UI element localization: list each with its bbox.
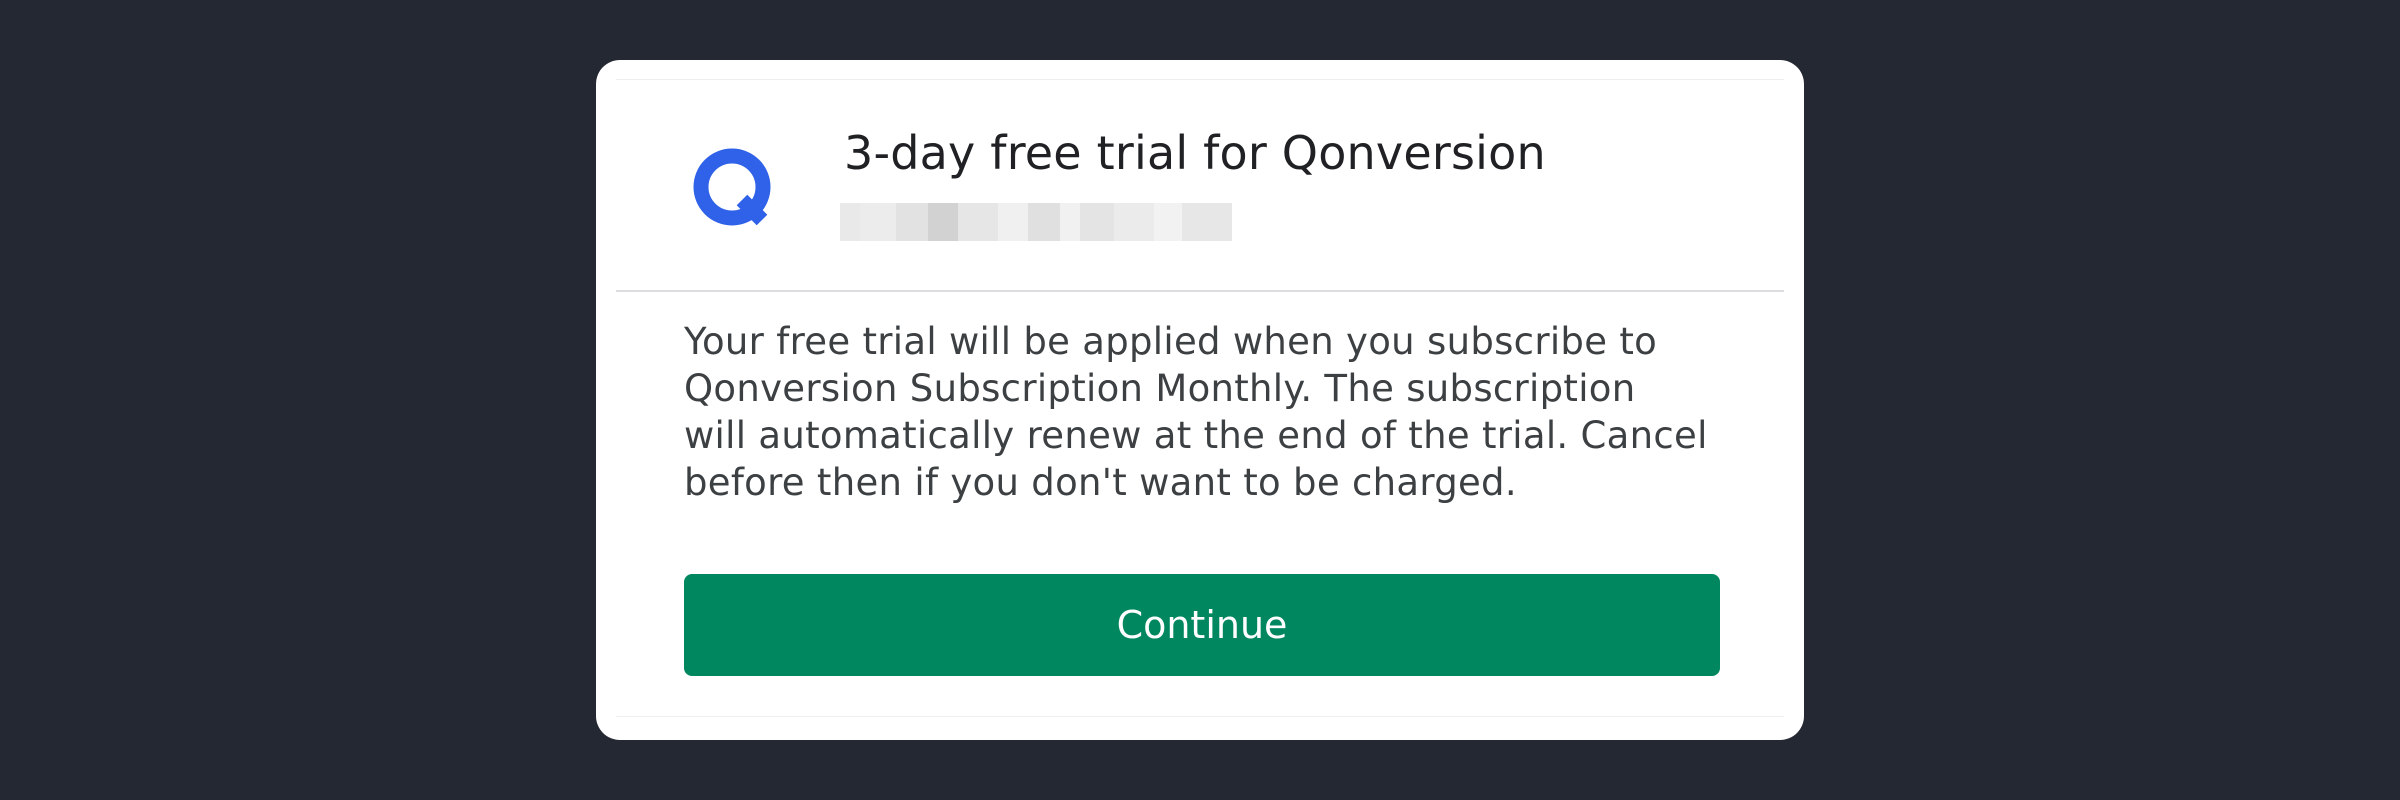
qonversion-q-icon: [693, 148, 771, 226]
bottom-divider: [616, 716, 1784, 717]
trial-description: Your free trial will be applied when you…: [684, 318, 1744, 506]
header-divider: [616, 290, 1784, 292]
description-line: Your free trial will be applied when you…: [684, 320, 1658, 363]
description-line: will automatically renew at the end of t…: [684, 414, 1708, 457]
continue-button[interactable]: Continue: [684, 574, 1720, 676]
dialog-title: 3-day free trial for Qonversion: [844, 126, 1546, 180]
trial-dialog: 3-day free trial for Qonversion Your fre…: [596, 60, 1804, 740]
description-line: Qonversion Subscription Monthly. The sub…: [684, 367, 1636, 410]
dialog-header: 3-day free trial for Qonversion: [596, 60, 1804, 290]
redacted-subtitle: [840, 203, 1232, 241]
description-line: before then if you don't want to be char…: [684, 461, 1517, 504]
